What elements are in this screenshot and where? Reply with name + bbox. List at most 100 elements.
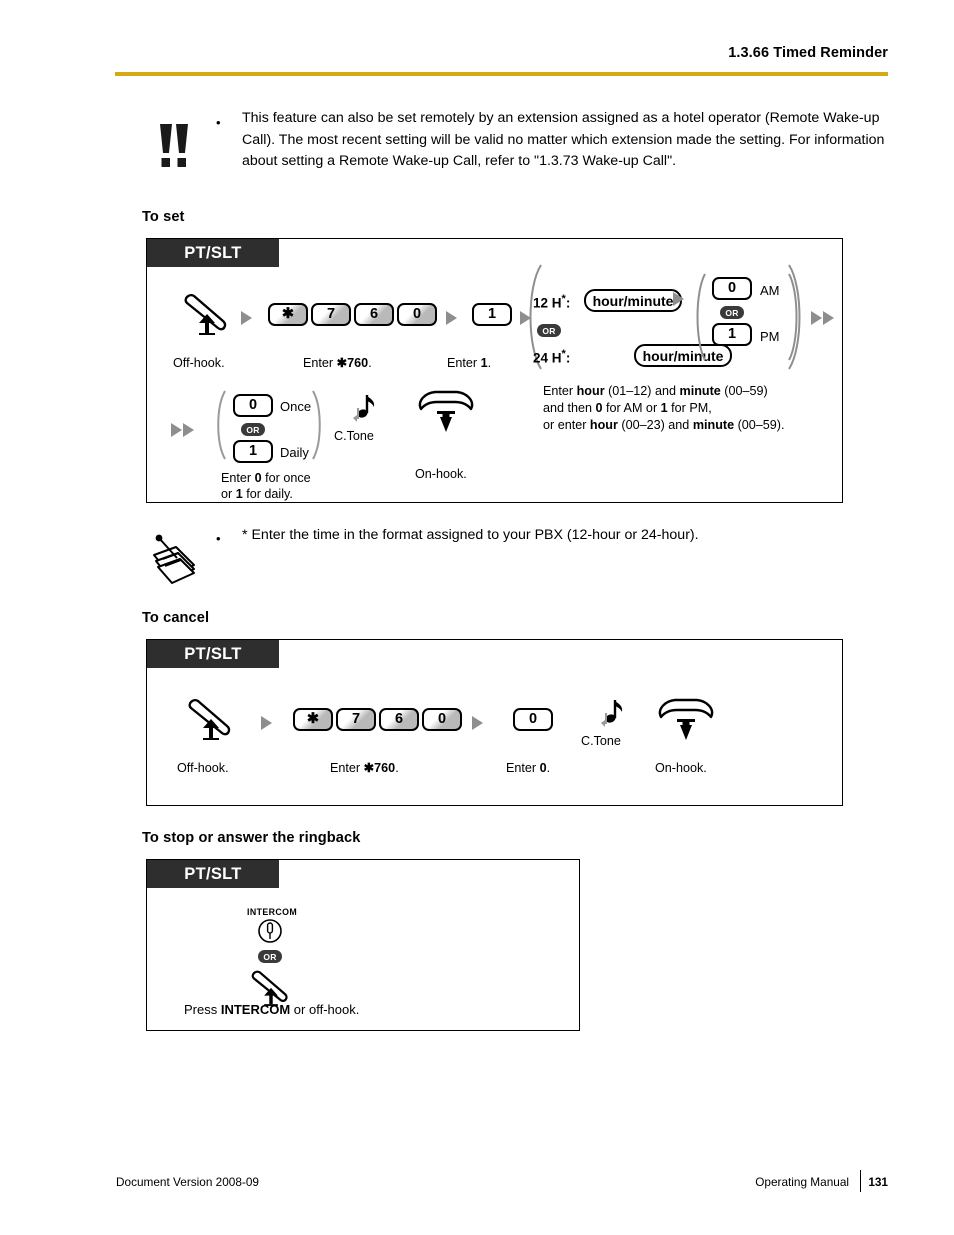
- code-caption-prefix: Enter: [330, 761, 364, 775]
- footer-document-version: Document Version 2008-09: [116, 1175, 259, 1189]
- phone-type-badge-ringback: PT/SLT: [147, 860, 279, 888]
- flow-arrow-icon: [241, 311, 252, 325]
- code-caption-to-set: Enter ✱760.: [303, 355, 372, 371]
- code-caption-to-cancel: Enter ✱760.: [330, 760, 399, 776]
- format-12h-label: 12 H*:: [533, 294, 570, 310]
- onceday-1c: for once: [261, 471, 311, 485]
- flow-arrow-icon: [261, 716, 272, 730]
- code-caption-prefix: Enter: [303, 356, 337, 370]
- format-24h-label: 24 H*:: [533, 349, 570, 365]
- zero-caption-suffix: .: [546, 761, 551, 775]
- keypad-key-0[interactable]: 0: [422, 708, 462, 731]
- keypad-key-0-cancel[interactable]: 0: [513, 708, 553, 731]
- keypad-key-6[interactable]: 6: [354, 303, 394, 326]
- explain-1e: (00–59): [720, 384, 768, 398]
- on-hook-caption-to-set: On-hook.: [415, 467, 467, 481]
- explain-1c: (01–12) and: [604, 384, 680, 398]
- flow-arrow-icon: [673, 292, 684, 306]
- onceday-2b: 1: [235, 487, 243, 501]
- flow-arrow-icon: [823, 311, 834, 325]
- notice-bullet: •: [216, 115, 221, 130]
- section-heading-ringback: To stop or answer the ringback: [142, 830, 361, 846]
- daily-label: Daily: [280, 445, 309, 460]
- section-heading-to-set: To set: [142, 209, 185, 225]
- one-caption-value: 1: [480, 356, 488, 370]
- flow-arrow-icon: [811, 311, 822, 325]
- ringback-caption-b: INTERCOM: [220, 1002, 291, 1017]
- diagram-box-to-set: PT/SLT Off-hook. ✱ 7 6 0 Enter ✱760. 1 E…: [146, 238, 843, 503]
- keypad-key-star[interactable]: ✱: [268, 303, 308, 326]
- flow-arrow-icon: [171, 423, 182, 437]
- notice-text: This feature can also be set remotely by…: [242, 110, 885, 170]
- note-bullet: •: [216, 531, 221, 546]
- explain-3c: (00–23) and: [617, 418, 693, 432]
- page-header-title: 1.3.66 Timed Reminder: [728, 45, 888, 61]
- document-page: 1.3.66 Timed Reminder • This feature can…: [0, 0, 954, 1235]
- footer-divider: [859, 1170, 861, 1192]
- once-label: Once: [280, 399, 312, 414]
- keypad-key-am-0[interactable]: 0: [712, 277, 752, 300]
- note-text: * Enter the time in the format assigned …: [242, 527, 699, 543]
- time-format-explanation: Enter hour (01–12) and minute (00–59) an…: [543, 383, 833, 434]
- ringback-caption: Press INTERCOM or off-hook.: [184, 1002, 359, 1018]
- am-label: AM: [760, 283, 780, 298]
- off-hook-caption-to-cancel: Off-hook.: [177, 761, 229, 775]
- zero-caption-value: 0: [539, 761, 547, 775]
- explain-1d: minute: [679, 384, 721, 398]
- on-hook-handset-icon: [415, 387, 477, 442]
- ringback-caption-a: Press: [184, 1002, 221, 1017]
- format-12h-text: 12 H: [533, 295, 562, 311]
- confirmation-tone-note-icon: [347, 393, 377, 430]
- format-24h-colon: :: [565, 350, 571, 366]
- keypad-key-daily-1[interactable]: 1: [233, 440, 273, 463]
- or-badge-ampm: OR: [720, 306, 744, 319]
- intercom-button-icon[interactable]: [257, 918, 283, 949]
- keypad-key-7[interactable]: 7: [311, 303, 351, 326]
- intercom-label: INTERCOM: [247, 907, 298, 917]
- one-caption-prefix: Enter: [447, 356, 481, 370]
- explain-3e: (00–59).: [734, 418, 785, 432]
- keypad-key-pm-1[interactable]: 1: [712, 323, 752, 346]
- off-hook-handset-icon: [183, 696, 239, 745]
- onceday-2c: for daily.: [242, 487, 293, 501]
- explain-1b: hour: [576, 384, 605, 398]
- one-caption-suffix: .: [487, 356, 492, 370]
- phone-type-badge-to-cancel: PT/SLT: [147, 640, 279, 668]
- phone-type-badge-to-set: PT/SLT: [147, 239, 279, 267]
- on-hook-handset-icon: [655, 695, 717, 750]
- keypad-key-star[interactable]: ✱: [293, 708, 333, 731]
- or-badge-once-daily: OR: [241, 423, 265, 436]
- keypad-key-1[interactable]: 1: [472, 303, 512, 326]
- explain-2e: for PM,: [667, 401, 712, 415]
- ringback-caption-c: or off-hook.: [290, 1002, 360, 1017]
- warning-double-exclamation-icon: [152, 122, 194, 170]
- explain-1a: Enter: [543, 384, 577, 398]
- or-badge-format: OR: [537, 324, 561, 337]
- explain-2c: for AM or: [602, 401, 661, 415]
- flow-arrow-icon: [446, 311, 457, 325]
- flow-arrow-icon: [472, 716, 483, 730]
- once-daily-caption: Enter 0 for once or 1 for daily.: [221, 470, 361, 502]
- zero-caption-prefix: Enter: [506, 761, 540, 775]
- keypad-key-once-0[interactable]: 0: [233, 394, 273, 417]
- format-24h-text: 24 H: [533, 350, 562, 366]
- keypad-key-7[interactable]: 7: [336, 708, 376, 731]
- section-heading-to-cancel: To cancel: [142, 610, 210, 626]
- pm-label: PM: [760, 329, 780, 344]
- explain-2d: 1: [660, 401, 668, 415]
- explain-2b: 0: [595, 401, 603, 415]
- keypad-key-6[interactable]: 6: [379, 708, 419, 731]
- code-caption-suffix: .: [395, 761, 399, 775]
- keypad-key-0[interactable]: 0: [397, 303, 437, 326]
- code-caption-suffix: .: [368, 356, 372, 370]
- hour-minute-key-12h[interactable]: hour/minute: [584, 289, 682, 312]
- onceday-1b: 0: [254, 471, 262, 485]
- confirmation-tone-note-icon: [595, 698, 625, 735]
- explain-3a: or enter: [543, 418, 590, 432]
- explain-3d: minute: [692, 418, 735, 432]
- on-hook-caption-to-cancel: On-hook.: [655, 761, 707, 775]
- code-caption-code: ✱760: [363, 761, 396, 775]
- one-caption-to-set: Enter 1.: [447, 355, 491, 371]
- off-hook-handset-icon: [179, 291, 235, 340]
- footer-page-number: 131: [868, 1175, 888, 1189]
